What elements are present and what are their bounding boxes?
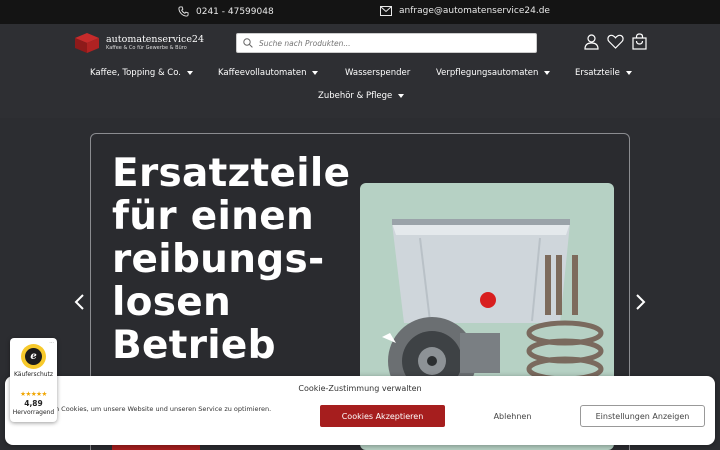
cookie-consent-banner: Cookie-Zustimmung verwalten n Cookies, u… xyxy=(5,376,715,445)
chevron-left-icon[interactable] xyxy=(73,293,87,311)
nav-item-kaffeevollautomaten[interactable]: Kaffeevollautomaten xyxy=(218,68,319,78)
heart-icon[interactable] xyxy=(607,33,624,50)
hero-headline: Ersatzteile für einen reibungs-losen Bet… xyxy=(112,151,351,368)
nav-item-label: Kaffee, Topping & Co. xyxy=(90,68,181,78)
nav-item-wasserspender[interactable]: Wasserspender xyxy=(345,68,410,78)
accept-cookies-button[interactable]: Cookies Akzeptieren xyxy=(320,405,445,427)
chevron-down-icon xyxy=(544,71,551,75)
chevron-down-icon xyxy=(186,71,193,75)
rating-stars: ★★★★★ xyxy=(20,390,47,398)
chevron-down-icon xyxy=(398,94,405,98)
logo-tagline: Kaffee & Co für Gewerbe & Büro xyxy=(106,44,187,51)
nav-item-ersatzteile[interactable]: Ersatzteile xyxy=(575,68,632,78)
trusted-shops-badge[interactable]: ... e Käuferschutz ★★★★★ 4,89 Hervorrage… xyxy=(10,338,57,422)
chevron-down-icon xyxy=(312,71,319,75)
email-contact[interactable]: anfrage@automatenservice24.de xyxy=(380,6,550,16)
chevron-down-icon xyxy=(625,71,632,75)
search-bar[interactable] xyxy=(236,33,537,53)
phone-number: 0241 - 47599048 xyxy=(196,6,274,17)
site-header: automatenservice24 Kaffee & Co für Gewer… xyxy=(0,24,720,118)
email-address: anfrage@automatenservice24.de xyxy=(399,6,550,16)
chevron-right-icon[interactable] xyxy=(633,293,647,311)
header-icons xyxy=(583,33,648,50)
mail-icon xyxy=(380,6,392,16)
nav-item-verpflegungsautomaten[interactable]: Verpflegungsautomaten xyxy=(436,68,551,78)
logo[interactable]: automatenservice24 Kaffee & Co für Gewer… xyxy=(74,32,204,54)
phone-icon xyxy=(178,6,189,17)
phone-contact[interactable]: 0241 - 47599048 xyxy=(178,6,274,17)
nav-item-label: Kaffeevollautomaten xyxy=(218,68,307,78)
cookie-text: n Cookies, um unsere Website und unseren… xyxy=(55,405,272,413)
nav-item-label: Zubehör & Pflege xyxy=(318,91,393,101)
trust-label: Käuferschutz xyxy=(13,371,54,378)
trust-seal-icon: e xyxy=(21,344,46,369)
nav-item-kaffee[interactable]: Kaffee, Topping & Co. xyxy=(90,68,193,78)
logo-cube-icon xyxy=(75,33,99,53)
cookie-settings-button[interactable]: Einstellungen Anzeigen xyxy=(580,405,705,427)
nav-item-zubehoer[interactable]: Zubehör & Pflege xyxy=(318,91,405,101)
nav-item-label: Wasserspender xyxy=(345,68,411,78)
logo-name: automatenservice24 xyxy=(106,33,205,45)
search-icon xyxy=(243,38,253,48)
rating-text: Hervorragend xyxy=(12,409,55,416)
user-icon[interactable] xyxy=(583,33,600,50)
cart-icon[interactable] xyxy=(631,33,648,50)
rating-score: 4,89 xyxy=(24,399,43,408)
search-input[interactable] xyxy=(259,38,519,48)
more-icon[interactable]: ... xyxy=(49,339,54,345)
nav-item-label: Ersatzteile xyxy=(575,68,620,78)
top-bar: 0241 - 47599048 anfrage@automatenservice… xyxy=(0,0,720,24)
cookie-title: Cookie-Zustimmung verwalten xyxy=(298,384,422,393)
deny-cookies-button[interactable]: Ablehnen xyxy=(450,405,575,427)
nav-item-label: Verpflegungsautomaten xyxy=(436,68,539,78)
